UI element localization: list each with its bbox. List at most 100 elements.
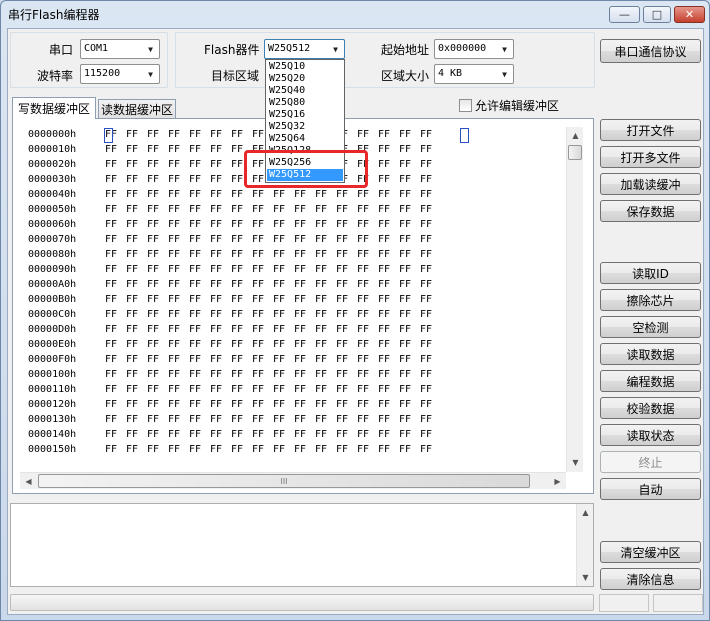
hex-byte[interactable]: FF	[126, 204, 138, 215]
hex-byte[interactable]: FF	[420, 219, 432, 230]
hex-byte[interactable]: FF	[357, 249, 369, 260]
minimize-button[interactable]: —	[609, 6, 640, 23]
dropdown-option[interactable]: W25Q64	[267, 133, 343, 145]
dropdown-option[interactable]: W25Q20	[267, 73, 343, 85]
hex-byte[interactable]: FF	[231, 339, 243, 350]
start-address-combo[interactable]: 0x000000 ▼	[434, 39, 514, 59]
hex-byte[interactable]: FF	[378, 264, 390, 275]
hex-byte[interactable]: FF	[336, 264, 348, 275]
hex-byte[interactable]: FF	[147, 264, 159, 275]
hex-byte[interactable]: FF	[399, 144, 411, 155]
hex-byte[interactable]: FF	[147, 189, 159, 200]
hex-byte[interactable]: FF	[315, 324, 327, 335]
hex-byte[interactable]: FF	[147, 399, 159, 410]
hex-byte[interactable]: FF	[105, 249, 117, 260]
log-vertical-scrollbar[interactable]: ▲ ▼	[576, 504, 593, 586]
hex-byte[interactable]: FF	[399, 339, 411, 350]
allow-edit-toggle[interactable]: 允许编辑缓冲区	[459, 97, 559, 114]
hex-byte[interactable]: FF	[168, 249, 180, 260]
hex-byte[interactable]: FF	[378, 309, 390, 320]
hex-byte[interactable]: FF	[189, 294, 201, 305]
hex-byte[interactable]: FF	[126, 324, 138, 335]
hex-byte[interactable]: FF	[231, 234, 243, 245]
hex-byte[interactable]: FF	[399, 174, 411, 185]
hex-byte[interactable]: FF	[126, 144, 138, 155]
hex-byte[interactable]: FF	[336, 234, 348, 245]
hex-byte[interactable]: FF	[420, 414, 432, 425]
hex-byte[interactable]: FF	[273, 324, 285, 335]
hex-byte[interactable]: FF	[168, 339, 180, 350]
hex-byte[interactable]: FF	[378, 204, 390, 215]
hex-byte[interactable]: FF	[210, 204, 222, 215]
port-combo[interactable]: COM1 ▼	[80, 39, 160, 59]
clear-info-button[interactable]: 清除信息	[600, 568, 701, 590]
hex-byte[interactable]: FF	[105, 234, 117, 245]
hex-byte[interactable]: FF	[231, 249, 243, 260]
hex-byte[interactable]: FF	[126, 234, 138, 245]
hex-byte[interactable]: FF	[189, 129, 201, 140]
hex-byte[interactable]: FF	[252, 264, 264, 275]
hex-byte[interactable]: FF	[378, 339, 390, 350]
hex-byte[interactable]: FF	[147, 144, 159, 155]
hex-byte[interactable]: FF	[273, 219, 285, 230]
hex-byte[interactable]: FF	[189, 219, 201, 230]
hex-byte[interactable]: FF	[168, 414, 180, 425]
hex-byte[interactable]: FF	[294, 309, 306, 320]
hex-byte[interactable]: FF	[294, 339, 306, 350]
hex-byte[interactable]: FF	[168, 159, 180, 170]
hex-byte[interactable]: FF	[231, 399, 243, 410]
hex-byte[interactable]: FF	[231, 189, 243, 200]
hex-byte[interactable]: FF	[126, 189, 138, 200]
dropdown-option[interactable]: W25Q32	[267, 121, 343, 133]
hex-byte[interactable]: FF	[357, 444, 369, 455]
hex-byte[interactable]: FF	[168, 309, 180, 320]
hex-byte[interactable]: FF	[315, 204, 327, 215]
hex-byte[interactable]: FF	[399, 249, 411, 260]
hex-byte[interactable]: FF	[210, 399, 222, 410]
tab-write-buffer[interactable]: 写数据缓冲区	[12, 97, 96, 119]
stop-button[interactable]: 终止	[600, 451, 701, 473]
flash-device-combo[interactable]: W25Q512 ▼	[264, 39, 345, 59]
hex-byte[interactable]: FF	[378, 354, 390, 365]
hex-byte[interactable]: FF	[210, 294, 222, 305]
dropdown-option[interactable]: W25Q16	[267, 109, 343, 121]
hex-byte[interactable]: FF	[252, 279, 264, 290]
hex-byte[interactable]: FF	[147, 234, 159, 245]
hex-byte[interactable]: FF	[231, 294, 243, 305]
hex-byte[interactable]: FF	[252, 354, 264, 365]
hex-byte[interactable]: FF	[420, 129, 432, 140]
save-data-button[interactable]: 保存数据	[600, 200, 701, 222]
hex-byte[interactable]: FF	[210, 324, 222, 335]
hex-byte[interactable]: FF	[147, 309, 159, 320]
hex-byte[interactable]: FF	[315, 429, 327, 440]
vertical-scroll-thumb[interactable]	[568, 145, 582, 160]
hex-byte[interactable]: FF	[294, 189, 306, 200]
hex-byte[interactable]: FF	[399, 129, 411, 140]
hex-byte[interactable]: FF	[105, 339, 117, 350]
hex-byte[interactable]: FF	[126, 429, 138, 440]
hex-byte[interactable]: FF	[168, 264, 180, 275]
hex-byte[interactable]: FF	[357, 129, 369, 140]
hex-byte[interactable]: FF	[420, 204, 432, 215]
hex-byte[interactable]: FF	[252, 189, 264, 200]
hex-byte[interactable]: FF	[420, 144, 432, 155]
hex-byte[interactable]: FF	[273, 339, 285, 350]
hex-byte[interactable]: FF	[252, 399, 264, 410]
hex-byte[interactable]: FF	[147, 129, 159, 140]
hex-byte[interactable]: FF	[210, 384, 222, 395]
hex-byte[interactable]: FF	[315, 444, 327, 455]
hex-byte[interactable]: FF	[168, 279, 180, 290]
hex-byte[interactable]: FF	[231, 384, 243, 395]
hex-byte[interactable]: FF	[252, 294, 264, 305]
hex-byte[interactable]: FF	[168, 369, 180, 380]
scroll-right-icon[interactable]: ▶	[549, 473, 566, 490]
hex-byte[interactable]: FF	[399, 294, 411, 305]
erase-chip-button[interactable]: 擦除芯片	[600, 289, 701, 311]
hex-byte[interactable]: FF	[105, 264, 117, 275]
hex-byte[interactable]: FF	[210, 159, 222, 170]
hex-byte[interactable]: FF	[378, 384, 390, 395]
hex-byte[interactable]: FF	[294, 384, 306, 395]
hex-byte[interactable]: FF	[231, 144, 243, 155]
hex-byte[interactable]: FF	[357, 339, 369, 350]
hex-byte[interactable]: FF	[336, 369, 348, 380]
